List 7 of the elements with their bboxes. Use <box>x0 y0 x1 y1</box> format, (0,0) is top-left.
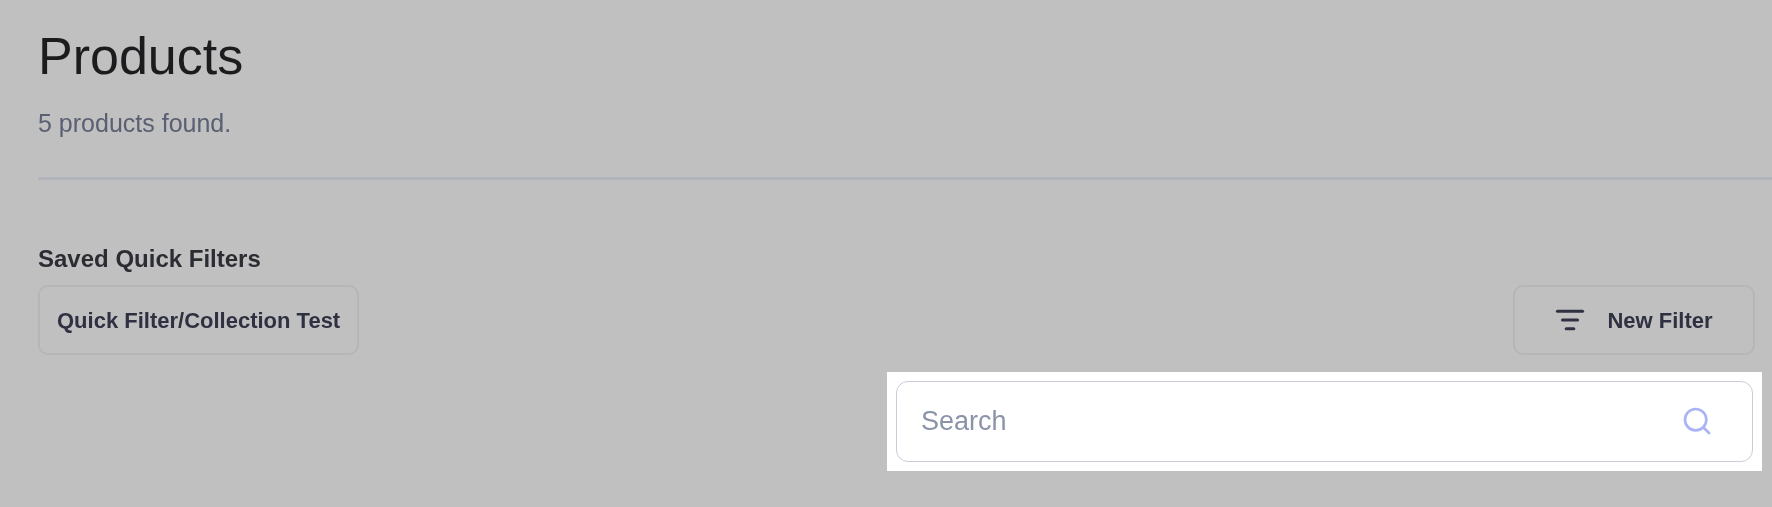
section-heading: Saved Quick Filters <box>38 244 261 274</box>
search-field[interactable]: Search <box>896 381 1753 462</box>
page-title: Products <box>38 26 244 86</box>
results-count: 5 products found. <box>38 108 232 138</box>
new-filter-button[interactable]: New Filter <box>1513 285 1755 355</box>
search-icon <box>1681 405 1713 437</box>
quick-filter-chip[interactable]: Quick Filter/Collection Test <box>38 285 360 355</box>
